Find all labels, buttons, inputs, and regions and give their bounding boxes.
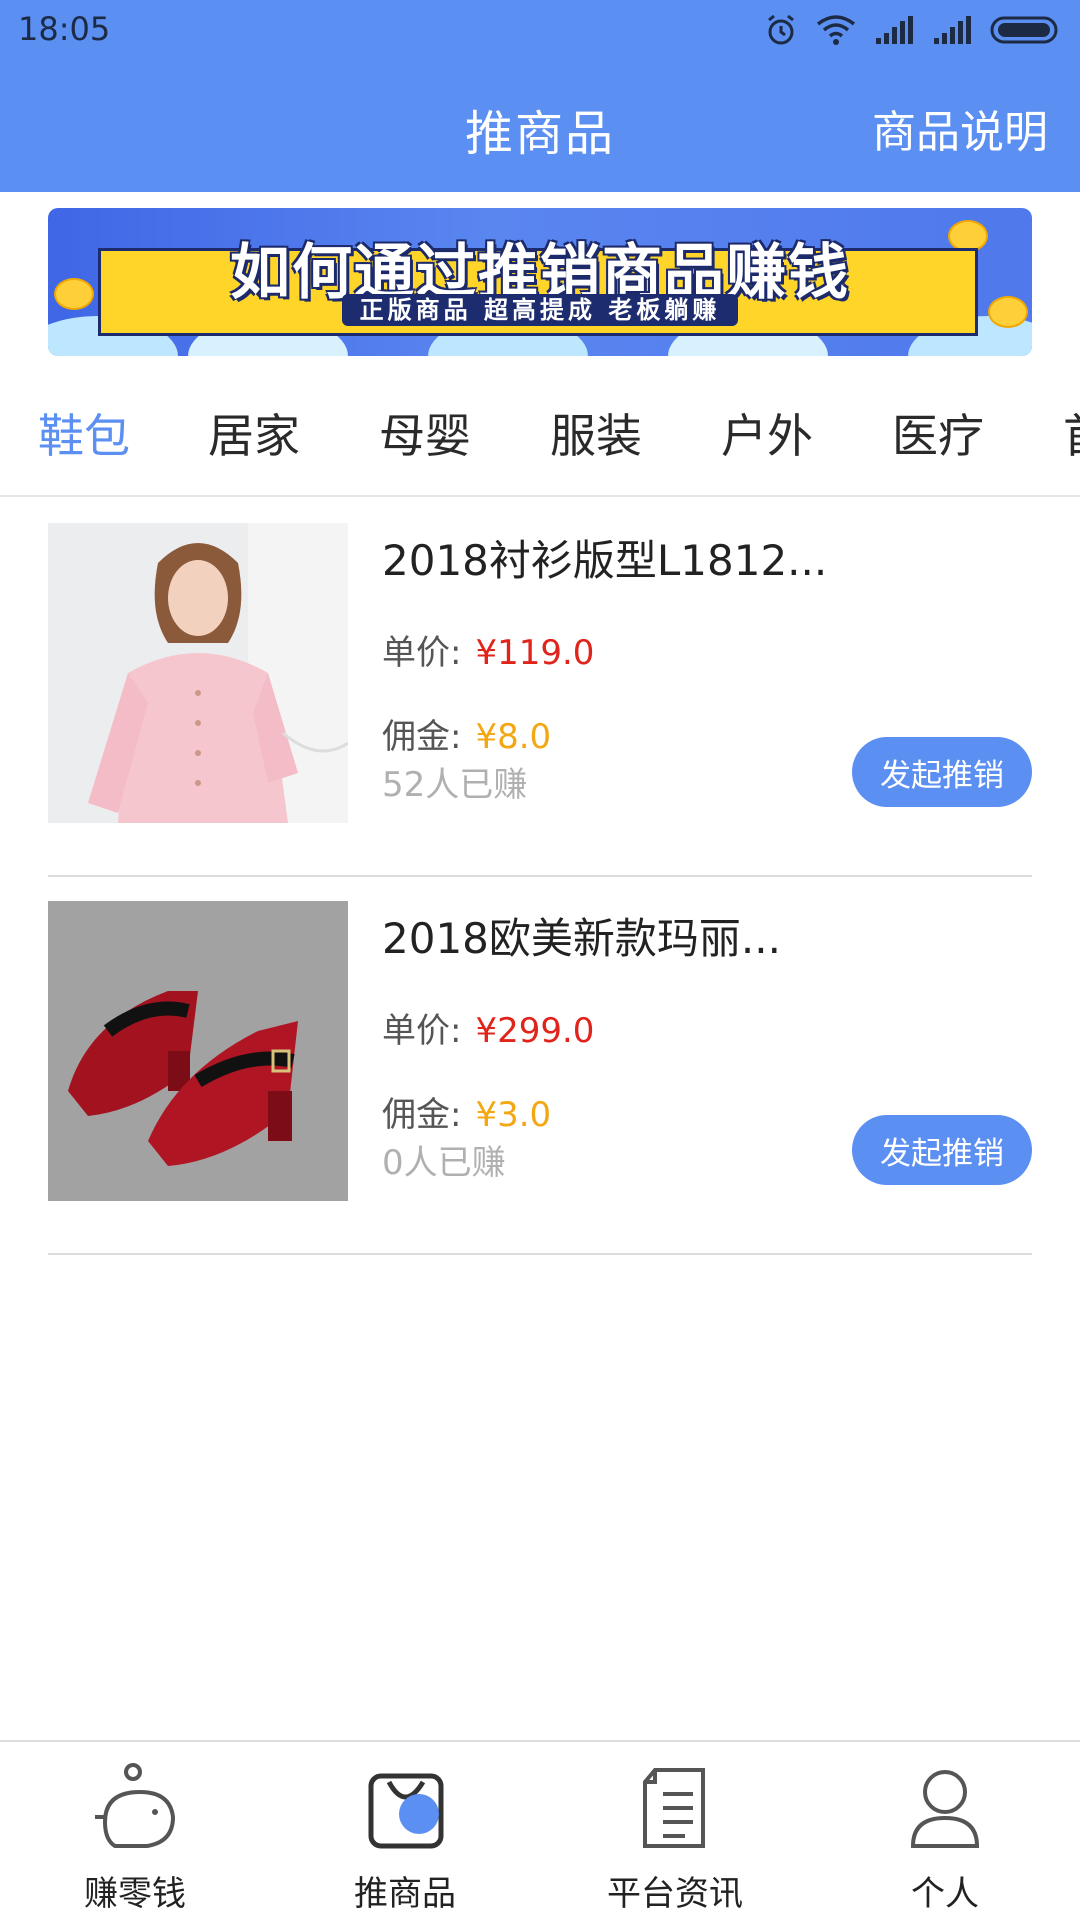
commission-row: 佣金: ¥3.0: [382, 1087, 551, 1136]
nav-platform-news[interactable]: 平台资讯: [540, 1762, 810, 1914]
commission-row: 佣金: ¥8.0: [382, 709, 551, 758]
price-row: 单价: ¥119.0: [382, 625, 594, 674]
document-icon: [643, 1768, 705, 1848]
product-commission: ¥3.0: [475, 1095, 552, 1135]
product-image: [48, 901, 348, 1201]
product-price: ¥119.0: [475, 633, 595, 673]
signal-icon: [876, 16, 913, 44]
tab-home[interactable]: 居家: [208, 400, 300, 466]
earned-count: 0人已赚: [382, 1143, 506, 1183]
category-tabs: 鞋包 居家 母婴 服装 户外 医疗 首: [0, 390, 1080, 497]
promo-banner[interactable]: 如何通过推销商品赚钱 正版商品 超高提成 老板躺赚: [48, 208, 1032, 356]
nav-label: 推商品: [354, 1874, 456, 1914]
product-info-link[interactable]: 商品说明: [872, 96, 1048, 160]
tab-medical[interactable]: 医疗: [892, 400, 984, 466]
product-item[interactable]: 2018衬衫版型L1812... 单价: ¥119.0 佣金: ¥8.0 52人已赚…: [48, 497, 1032, 877]
tab-baby[interactable]: 母婴: [379, 400, 471, 466]
tab-outdoor[interactable]: 户外: [721, 400, 813, 466]
piggy-bank-icon: [95, 1763, 176, 1848]
tab-jewelry[interactable]: 首: [1063, 400, 1080, 466]
earned-count: 52人已赚: [382, 765, 528, 805]
nav-earn-change[interactable]: 赚零钱: [0, 1762, 270, 1914]
promote-button[interactable]: 发起推销: [852, 737, 1032, 807]
product-image: [48, 523, 348, 823]
wifi-icon: [816, 15, 856, 45]
tab-clothing[interactable]: 服装: [550, 400, 642, 466]
tab-shoes-bags[interactable]: 鞋包: [38, 400, 130, 466]
person-icon: [910, 1770, 980, 1848]
product-item[interactable]: 2018欧美新款玛丽... 单价: ¥299.0 佣金: ¥3.0 0人已赚 发起推…: [48, 875, 1032, 1255]
commission-label: 佣金:: [382, 717, 462, 757]
nav-profile[interactable]: 个人: [810, 1762, 1080, 1914]
nav-label: 个人: [911, 1874, 979, 1914]
product-title: 2018衬衫版型L1812...: [382, 536, 828, 585]
bottom-nav: 赚零钱 推商品 平台资讯 个人: [0, 1740, 1080, 1922]
price-row: 单价: ¥299.0: [382, 1003, 594, 1052]
alarm-icon: [768, 14, 794, 45]
product-title: 2018欧美新款玛丽...: [382, 914, 781, 963]
unit-price-label: 单价:: [382, 1011, 462, 1051]
battery-icon: [990, 16, 1058, 44]
product-price: ¥299.0: [475, 1011, 595, 1051]
status-time: 18:05: [18, 10, 111, 48]
nav-promote-products[interactable]: 推商品: [270, 1762, 540, 1914]
unit-price-label: 单价:: [382, 633, 462, 673]
status-icons: [764, 12, 1062, 48]
nav-label: 平台资讯: [607, 1874, 743, 1914]
shopping-bag-icon: [368, 1773, 444, 1849]
app-header: 推商品 商品说明: [0, 62, 1080, 192]
signal-icon-2: [934, 16, 971, 44]
product-commission: ¥8.0: [475, 717, 552, 757]
promote-button[interactable]: 发起推销: [852, 1115, 1032, 1185]
banner-subtitle-text: 正版商品 超高提成 老板躺赚: [341, 294, 739, 326]
commission-label: 佣金:: [382, 1095, 462, 1135]
nav-label: 赚零钱: [84, 1874, 186, 1914]
status-bar: 18:05: [0, 0, 1080, 62]
banner-subtitle: 正版商品 超高提成 老板躺赚: [48, 290, 1032, 326]
